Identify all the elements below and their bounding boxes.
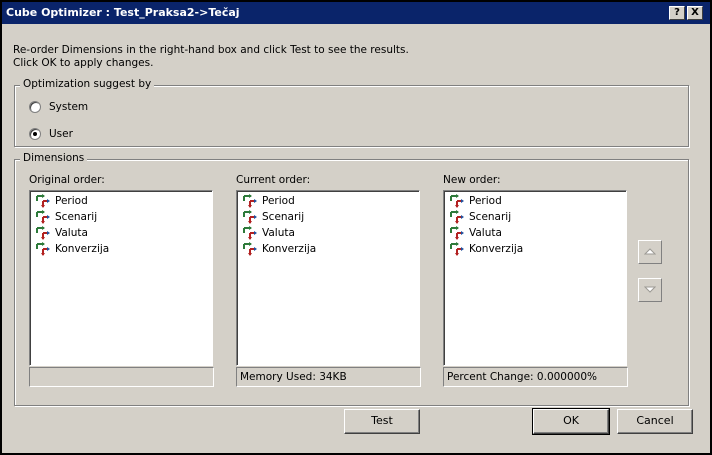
dimension-name: Valuta [55,227,88,239]
instructions-line-1: Re-order Dimensions in the right-hand bo… [13,44,409,56]
list-item[interactable]: Period [30,193,212,209]
list-item[interactable]: Valuta [30,225,212,241]
test-button[interactable]: Test [344,409,420,434]
dimension-name: Scenarij [262,211,305,223]
list-item[interactable]: Scenarij [237,209,419,225]
list-item[interactable]: Scenarij [30,209,212,225]
list-item[interactable]: Valuta [444,225,626,241]
list-item[interactable]: Konverzija [237,241,419,257]
radio-user[interactable]: User [29,128,73,140]
ok-button[interactable]: OK [532,408,610,435]
cube-optimizer-dialog: Cube Optimizer : Test_Praksa2->Tečaj ? X… [0,0,712,455]
dimensions-legend: Dimensions [20,152,88,164]
dimension-name: Period [262,195,295,207]
dimension-icon [450,242,464,256]
dimension-icon [36,226,50,240]
radio-system-label: System [49,101,89,113]
list-item[interactable]: Konverzija [444,241,626,257]
dimension-icon [243,210,257,224]
dimension-name: Konverzija [262,243,317,255]
radio-system-button[interactable] [29,101,41,113]
dimension-icon [450,194,464,208]
list-item[interactable]: Valuta [237,225,419,241]
dimension-name: Valuta [262,227,295,239]
move-up-button[interactable] [638,240,662,264]
dimension-icon [243,194,257,208]
list-item[interactable]: Konverzija [30,241,212,257]
new-order-label: New order: [443,174,501,186]
radio-user-label: User [49,128,73,140]
original-order-label: Original order: [29,174,105,186]
optimization-group: Optimization suggest by System User [14,78,689,147]
title-bar[interactable]: Cube Optimizer : Test_Praksa2->Tečaj ? X [2,2,710,24]
original-status [29,367,214,387]
instructions-text: Re-order Dimensions in the right-hand bo… [13,44,513,70]
close-button[interactable]: X [687,6,703,20]
dimension-name: Scenarij [469,211,512,223]
arrow-up-icon [644,248,656,255]
dimension-name: Period [55,195,88,207]
dimension-icon [243,226,257,240]
dimension-name: Konverzija [55,243,110,255]
optimization-legend: Optimization suggest by [20,78,155,90]
radio-user-button[interactable] [29,128,41,140]
dimension-icon [36,242,50,256]
move-down-button[interactable] [638,278,662,302]
arrow-down-icon [644,286,656,293]
radio-system[interactable]: System [29,101,88,113]
dimension-name: Valuta [469,227,502,239]
help-button[interactable]: ? [669,6,685,20]
dimension-name: Konverzija [469,243,524,255]
percent-change-status: Percent Change: 0.000000% [443,367,628,387]
dimension-name: Scenarij [55,211,98,223]
current-order-list[interactable]: Period Scenarij Valuta Konverzija [236,190,420,366]
window-title: Cube Optimizer : Test_Praksa2->Tečaj [6,6,240,19]
list-item[interactable]: Period [237,193,419,209]
list-item[interactable]: Scenarij [444,209,626,225]
current-order-label: Current order: [236,174,311,186]
dimension-icon [243,242,257,256]
new-order-list[interactable]: Period Scenarij Valuta Konverzija [443,190,627,366]
dimension-icon [450,226,464,240]
instructions-line-2: Click OK to apply changes. [13,57,154,69]
dimension-icon [36,194,50,208]
original-order-list[interactable]: Period Scenarij Valuta Konverzija [29,190,213,366]
cancel-button[interactable]: Cancel [617,409,693,434]
dimension-icon [36,210,50,224]
list-item[interactable]: Period [444,193,626,209]
dimension-name: Period [469,195,502,207]
dimension-icon [450,210,464,224]
memory-used-status: Memory Used: 34KB [236,367,421,387]
